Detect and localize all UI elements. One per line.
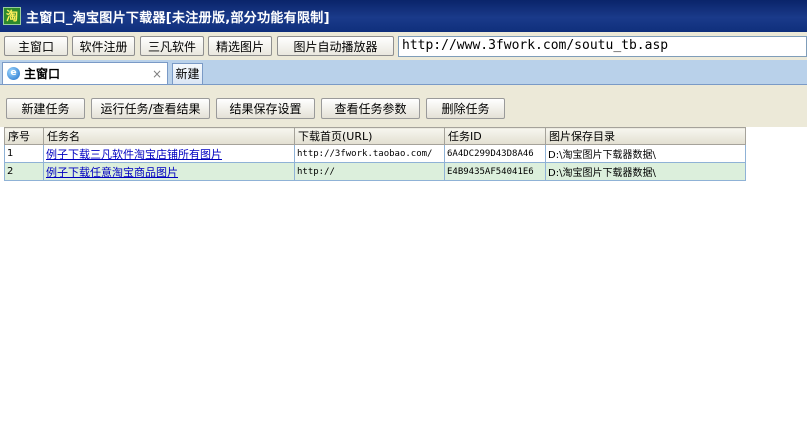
row-number: 2 — [4, 162, 44, 181]
row-number: 1 — [4, 144, 44, 163]
column-header[interactable]: 序号 — [4, 127, 44, 145]
new-task-button[interactable]: 新建任务 — [6, 98, 85, 119]
column-header[interactable]: 下载首页(URL) — [294, 127, 445, 145]
app-icon: 淘 — [3, 7, 21, 25]
task-name-link[interactable]: 例子下载三凡软件淘宝店铺所有图片 — [43, 144, 295, 163]
task-url: http://3fwork.taobao.com/ — [294, 144, 445, 163]
task-name-link[interactable]: 例子下载任意淘宝商品图片 — [43, 162, 295, 181]
delete-task-button[interactable]: 删除任务 — [426, 98, 505, 119]
save-directory: D:\淘宝图片下载器数据\ — [545, 162, 746, 181]
title-bar: 淘 主窗口_淘宝图片下载器[未注册版,部分功能有限制] — [0, 0, 807, 32]
tab-main-window[interactable]: e 主窗口 × — [2, 62, 168, 84]
view-params-button[interactable]: 查看任务参数 — [321, 98, 420, 119]
close-icon[interactable]: × — [152, 67, 162, 81]
browser-icon: e — [7, 67, 20, 80]
save-directory: D:\淘宝图片下载器数据\ — [545, 144, 746, 163]
task-url: http:// — [294, 162, 445, 181]
column-header[interactable]: 图片保存目录 — [545, 127, 746, 145]
featured-images-button[interactable]: 精选图片 — [208, 36, 272, 56]
task-table: 序号 任务名 下载首页(URL) 任务ID 图片保存目录 1 例子下载三凡软件淘… — [4, 127, 746, 181]
tab-label: 主窗口 — [24, 67, 61, 81]
url-input[interactable]: http://www.3fwork.com/soutu_tb.asp — [398, 36, 807, 57]
column-header[interactable]: 任务名 — [43, 127, 295, 145]
table-header: 序号 任务名 下载首页(URL) 任务ID 图片保存目录 — [4, 127, 746, 145]
table-row[interactable]: 2 例子下载任意淘宝商品图片 http:// E4B9435AF54041E6 … — [4, 162, 746, 181]
toolbar: 主窗口 软件注册 三凡软件 精选图片 图片自动播放器 http://www.3f… — [0, 32, 807, 60]
column-header[interactable]: 任务ID — [444, 127, 546, 145]
tab-new[interactable]: 新建 — [172, 63, 203, 84]
register-button[interactable]: 软件注册 — [72, 36, 135, 56]
main-window-button[interactable]: 主窗口 — [4, 36, 68, 56]
task-id: 6A4DC299D43D8A46 — [444, 144, 546, 163]
table-row[interactable]: 1 例子下载三凡软件淘宝店铺所有图片 http://3fwork.taobao.… — [4, 144, 746, 163]
window-title: 主窗口_淘宝图片下载器[未注册版,部分功能有限制] — [26, 10, 330, 26]
run-task-button[interactable]: 运行任务/查看结果 — [91, 98, 210, 119]
action-bar: 新建任务 运行任务/查看结果 结果保存设置 查看任务参数 删除任务 — [0, 85, 807, 127]
auto-slideshow-button[interactable]: 图片自动播放器 — [277, 36, 394, 56]
tab-strip: e 主窗口 × 新建 — [0, 60, 807, 85]
sanfan-software-button[interactable]: 三凡软件 — [140, 36, 204, 56]
save-settings-button[interactable]: 结果保存设置 — [216, 98, 315, 119]
task-id: E4B9435AF54041E6 — [444, 162, 546, 181]
